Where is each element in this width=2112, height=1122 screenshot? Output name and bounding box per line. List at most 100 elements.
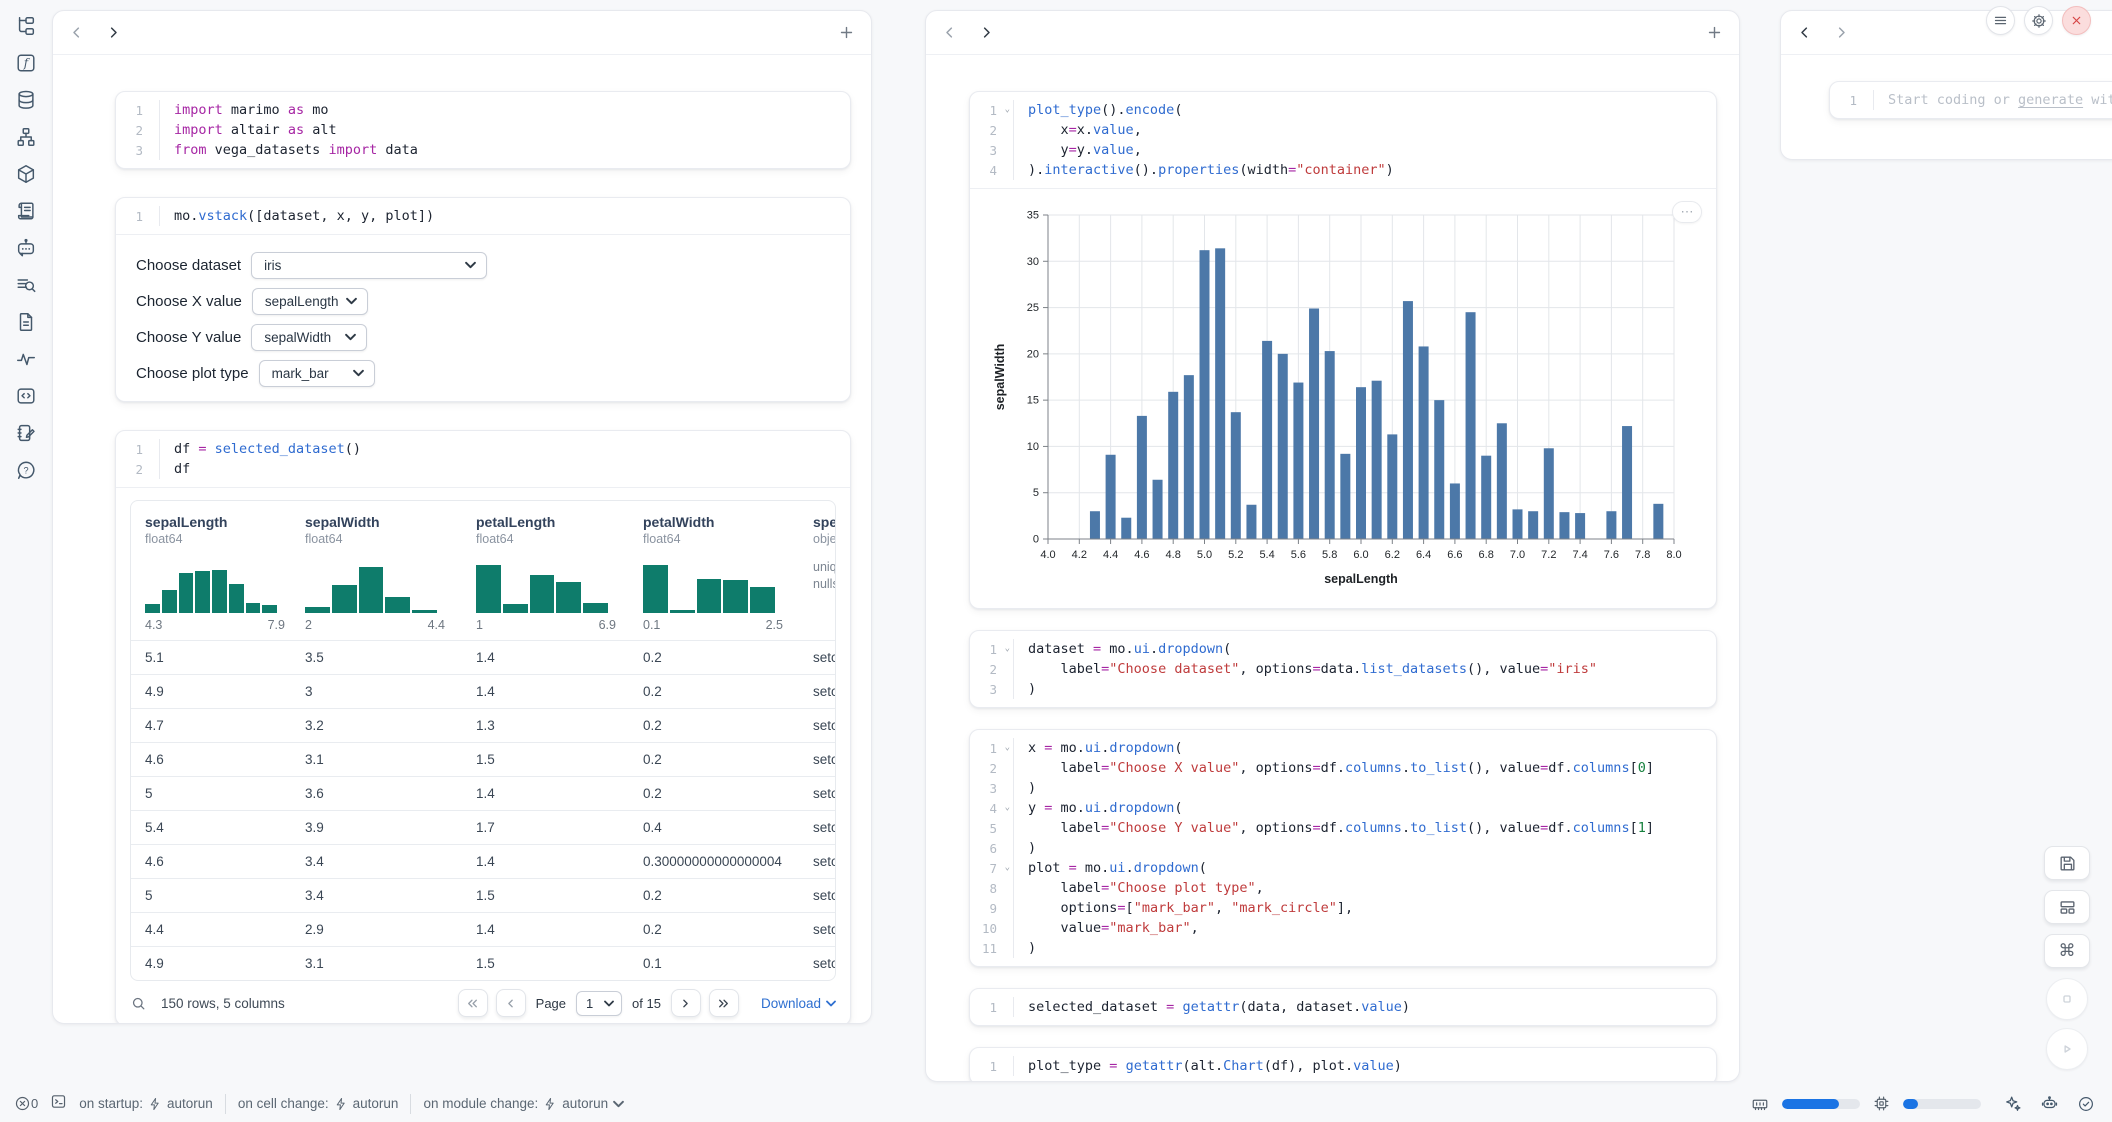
search-icon[interactable] (130, 995, 147, 1012)
table-row[interactable]: 53.41.50.2setos (131, 878, 835, 912)
cell-xy-plot-dropdowns[interactable]: 1⌄x = mo.ui.dropdown(2 label="Choose X v… (969, 729, 1717, 967)
code-placeholder[interactable]: Start coding or generate with (1874, 92, 2112, 108)
code-line: 7⌄plot = mo.ui.dropdown( (970, 858, 1716, 878)
collapse-right-icon[interactable] (106, 25, 121, 40)
fold-chevron-icon[interactable]: ⌄ (1005, 863, 1010, 873)
layout-button[interactable] (2044, 890, 2090, 924)
errors-indicator[interactable]: 0 (14, 1095, 38, 1112)
svg-text:f: f (23, 56, 31, 70)
run-button[interactable] (2046, 1028, 2088, 1070)
cell-vstack[interactable]: 1mo.vstack([dataset, x, y, plot]) Choose… (115, 197, 851, 402)
code-editor[interactable]: 1selected_dataset = getattr(data, datase… (970, 989, 1716, 1025)
svg-text:sepalLength: sepalLength (1324, 572, 1398, 586)
variables-icon[interactable] (14, 347, 38, 371)
page-select[interactable]: 1 (576, 991, 622, 1016)
dropdown-select[interactable]: sepalWidth (251, 324, 367, 351)
svg-text:5.0: 5.0 (1197, 549, 1212, 561)
collapse-right-icon[interactable] (979, 25, 994, 40)
table-row[interactable]: 4.93.11.50.1setos (131, 946, 835, 980)
code-editor[interactable]: 1⌄plot_type().encode(2 x=x.value,3 y=y.v… (970, 92, 1716, 188)
table-row[interactable]: 53.61.40.2setos (131, 776, 835, 810)
column-header[interactable]: petalWidthfloat640.12.5 (629, 501, 799, 640)
code-editor[interactable]: 1plot_type = getattr(alt.Chart(df), plot… (970, 1048, 1716, 1082)
ai-bot-button[interactable] (2037, 1092, 2061, 1116)
settings-button[interactable] (2024, 6, 2053, 35)
documentation-icon[interactable] (14, 310, 38, 334)
collapse-left-icon[interactable] (69, 25, 84, 40)
helper-functions-icon[interactable]: f (14, 51, 38, 75)
line-number: 3 (970, 140, 1014, 160)
runtime-config-item[interactable]: on startup:autorun (79, 1096, 213, 1111)
help-icon[interactable]: ? (14, 458, 38, 482)
code-editor[interactable]: 1import marimo as mo2import altair as al… (116, 92, 850, 168)
ai-assist-button[interactable] (2000, 1092, 2024, 1116)
datasources-icon[interactable] (14, 88, 38, 112)
table-row[interactable]: 4.42.91.40.2setos (131, 912, 835, 946)
table-row[interactable]: 4.63.11.50.2setos (131, 742, 835, 776)
svg-text:6.2: 6.2 (1385, 549, 1400, 561)
tracebacks-icon[interactable] (14, 273, 38, 297)
collapse-right-icon[interactable] (1834, 25, 1849, 40)
fold-chevron-icon[interactable]: ⌄ (1005, 105, 1010, 115)
add-cell-button[interactable] (838, 24, 855, 41)
table-row[interactable]: 4.931.40.2setos (131, 674, 835, 708)
keyboard-shortcuts-button[interactable]: ⌘ (2044, 934, 2090, 968)
notebook-actions (1986, 6, 2091, 35)
line-number: 3 (970, 679, 1014, 699)
save-button[interactable] (2044, 846, 2090, 880)
add-cell-button[interactable] (1706, 24, 1723, 41)
ai-chat-icon[interactable] (14, 236, 38, 260)
fold-chevron-icon[interactable]: ⌄ (1005, 803, 1010, 813)
sepal-bar-chart[interactable]: 4.04.24.44.64.85.05.25.45.65.86.06.26.46… (990, 201, 1730, 599)
table-row[interactable]: 4.63.41.40.30000000000000004setos (131, 844, 835, 878)
download-button[interactable]: Download (761, 996, 836, 1011)
cell-dataset-dropdown[interactable]: 1⌄dataset = mo.ui.dropdown(2 label="Choo… (969, 630, 1717, 708)
chart-menu-button[interactable]: ⋯ (1672, 201, 1702, 223)
lightning-icon (543, 1097, 557, 1111)
table-row[interactable]: 4.73.21.30.2setos (131, 708, 835, 742)
dependency-graph-icon[interactable] (14, 125, 38, 149)
scratchpad-icon[interactable] (14, 421, 38, 445)
dropdown-row: Choose Y valuesepalWidth (136, 319, 830, 355)
cell-dataframe[interactable]: 1df = selected_dataset()2df sepalLengthf… (115, 430, 851, 1024)
logs-icon[interactable] (14, 199, 38, 223)
runtime-config-item[interactable]: on module change:autorun (423, 1096, 624, 1111)
menu-button[interactable] (1986, 6, 2015, 35)
fold-chevron-icon[interactable]: ⌄ (1005, 644, 1010, 654)
code-editor[interactable]: 1df = selected_dataset()2df (116, 431, 850, 487)
generate-with-ai-link[interactable]: generate (2018, 92, 2083, 108)
file-tree-icon[interactable] (14, 14, 38, 38)
connection-status-button[interactable] (2074, 1092, 2098, 1116)
column-header[interactable]: sepalLengthfloat644.37.9 (131, 501, 291, 640)
cell-imports[interactable]: 1import marimo as mo2import altair as al… (115, 91, 851, 169)
cell-plot-type[interactable]: 1plot_type = getattr(alt.Chart(df), plot… (969, 1047, 1717, 1082)
code-editor[interactable]: 1mo.vstack([dataset, x, y, plot]) (116, 198, 850, 234)
table-row[interactable]: 5.13.51.40.2setos (131, 640, 835, 674)
collapse-left-icon[interactable] (1797, 25, 1812, 40)
table-row[interactable]: 5.43.91.70.4setos (131, 810, 835, 844)
column-header[interactable]: sepalWidthfloat6424.4 (291, 501, 462, 640)
column-header[interactable]: speciobjecuniqunulls: (799, 501, 835, 640)
dropdown-select[interactable]: sepalLength (252, 288, 368, 315)
fold-chevron-icon[interactable]: ⌄ (1005, 743, 1010, 753)
shutdown-button[interactable] (2062, 6, 2091, 35)
cell-selected-dataset[interactable]: 1selected_dataset = getattr(data, datase… (969, 988, 1717, 1026)
next-page-button[interactable] (671, 989, 701, 1017)
snippets-icon[interactable] (14, 384, 38, 408)
cell-plot[interactable]: 1⌄plot_type().encode(2 x=x.value,3 y=y.v… (969, 91, 1717, 609)
runtime-config-item[interactable]: on cell change:autorun (238, 1096, 399, 1111)
column-header[interactable]: petalLengthfloat6416.9 (462, 501, 629, 640)
last-page-button[interactable] (709, 989, 739, 1017)
code-editor[interactable]: 1⌄dataset = mo.ui.dropdown(2 label="Choo… (970, 631, 1716, 707)
stop-button[interactable] (2046, 978, 2088, 1020)
collapse-left-icon[interactable] (942, 25, 957, 40)
first-page-button[interactable] (458, 989, 488, 1017)
dropdown-select[interactable]: iris (251, 252, 487, 279)
packages-icon[interactable] (14, 162, 38, 186)
dropdown-select[interactable]: mark_bar (259, 360, 375, 387)
prev-page-button[interactable] (496, 989, 526, 1017)
code-editor[interactable]: 1⌄x = mo.ui.dropdown(2 label="Choose X v… (970, 730, 1716, 966)
cell-empty[interactable]: 1 Start coding or generate with (1829, 81, 2112, 119)
code-line: 5 label="Choose Y value", options=df.col… (970, 818, 1716, 838)
terminal-button[interactable] (50, 1093, 67, 1115)
